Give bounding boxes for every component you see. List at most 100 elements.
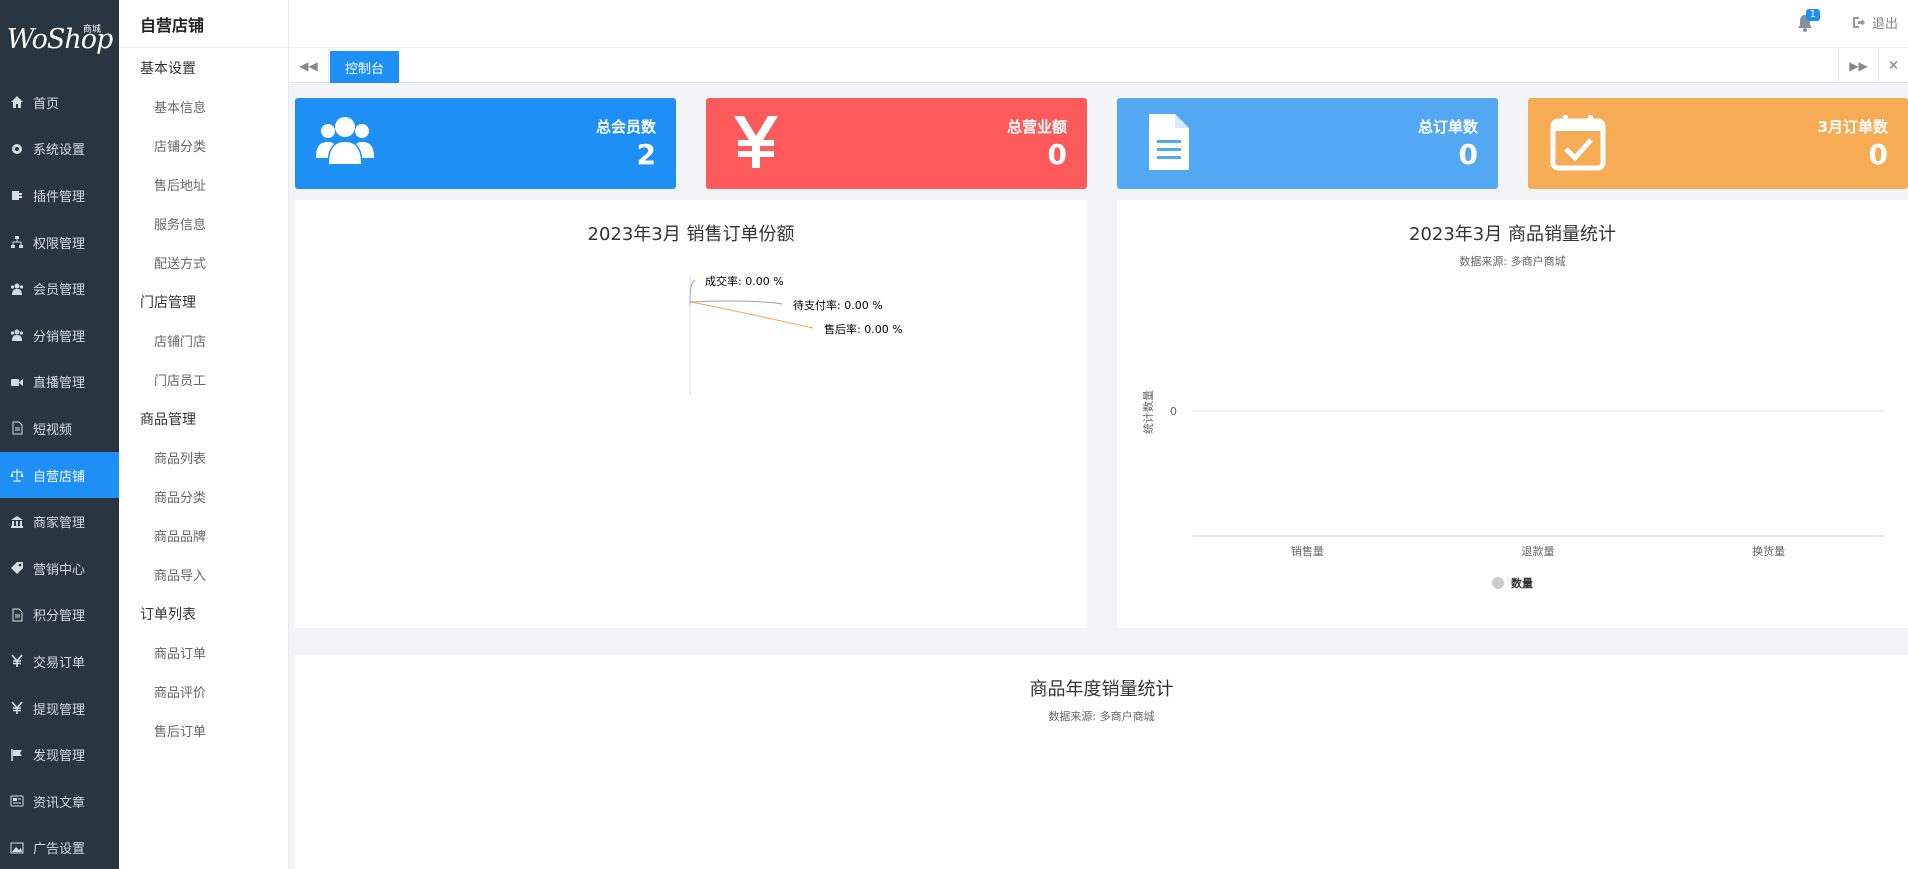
x-tick-label: 销售量 — [1291, 544, 1324, 558]
top-bar: 1 退出 — [289, 0, 1908, 48]
stat-card-value: 0 — [1868, 138, 1888, 171]
nav-item-label: 积分管理 — [33, 609, 86, 625]
stat-card-value: 0 — [1458, 138, 1478, 171]
product-sales-panel: 2023年3月 商品销量统计 数据来源: 多商户商城 统计数量 0 销售量 退款量… — [1117, 200, 1908, 628]
sales-share-chart: 成交率: 0.00 % 待支付率: 0.00 % 售后率: 0.00 % — [689, 274, 903, 395]
notification-badge: 1 — [1805, 9, 1820, 21]
pie-leader-line — [689, 300, 783, 305]
nav-item-9[interactable]: 自营店铺 — [0, 451, 119, 499]
nav-item-14[interactable]: 提现管理 — [0, 685, 119, 732]
nav-item-label: 系统设置 — [33, 143, 86, 159]
legend-label[interactable]: 数量 — [1511, 576, 1533, 590]
nav-item-label: 插件管理 — [33, 189, 86, 205]
logout-button[interactable]: 退出 — [1852, 13, 1898, 32]
nav-item-label: 首页 — [33, 96, 60, 112]
logout-icon — [1852, 17, 1865, 28]
submenu-link[interactable]: 商品列表 — [119, 438, 288, 477]
nav-item-8[interactable]: 短视频 — [0, 405, 119, 452]
nav-item-label: 广告设置 — [33, 842, 86, 858]
yen-icon — [10, 654, 24, 668]
nav-item-label: 提现管理 — [33, 702, 86, 718]
flag-icon — [10, 748, 24, 762]
stat-card-members[interactable]: 总会员数 2 — [295, 98, 676, 189]
nav-item-12[interactable]: 积分管理 — [0, 592, 119, 639]
submenu-group-heading: 基本设置 — [140, 60, 196, 77]
news-icon — [10, 794, 24, 808]
nav-item-11[interactable]: 营销中心 — [0, 545, 119, 592]
stat-card-label: 总会员数 — [595, 118, 656, 136]
nav-item-10[interactable]: 商家管理 — [0, 498, 119, 545]
image-icon — [10, 841, 24, 855]
nav-item-label: 会员管理 — [33, 283, 86, 299]
sub-nav-list: 基本设置 基本信息 店铺分类 售后地址 服务信息 配送方式 门店管理 店铺门店 门店员工 商品管理… — [119, 48, 288, 750]
file-icon — [10, 608, 24, 622]
nav-item-label: 商家管理 — [33, 516, 86, 532]
nav-item-16[interactable]: 资讯文章 — [0, 778, 119, 825]
submenu-link[interactable]: 服务信息 — [119, 204, 288, 243]
nav-item-1[interactable]: 首页 — [0, 79, 119, 126]
tab-dashboard[interactable]: 控制台 — [330, 51, 400, 83]
submenu-link[interactable]: 基本信息 — [119, 87, 288, 126]
submenu-link[interactable]: 商品品牌 — [119, 516, 288, 555]
logo[interactable]: WoShop 商城 — [0, 0, 119, 79]
nav-item-6[interactable]: 分销管理 — [0, 312, 119, 359]
nav-item-label: 资讯文章 — [33, 795, 86, 811]
nav-item-label: 直播管理 — [33, 376, 86, 392]
nav-item-13[interactable]: 交易订单 — [0, 638, 119, 685]
nav-item-15[interactable]: 发现管理 — [0, 731, 119, 778]
submenu-group-heading: 门店管理 — [140, 294, 196, 311]
users-icon — [316, 117, 374, 164]
stat-card-value: 2 — [636, 138, 656, 171]
submenu-link[interactable]: 店铺门店 — [119, 321, 288, 360]
submenu-link[interactable]: 商品评价 — [119, 672, 288, 711]
main-nav-list: 首页系统设置插件管理权限管理会员管理分销管理直播管理短视频自营店铺商家管理营销中… — [0, 79, 119, 869]
submenu-link[interactable]: 门店员工 — [119, 360, 288, 399]
submenu-link[interactable]: 商品导入 — [119, 555, 288, 594]
nav-item-2[interactable]: 系统设置 — [0, 126, 119, 173]
legend-marker[interactable] — [1492, 577, 1504, 589]
submenu-link[interactable]: 售后地址 — [119, 165, 288, 204]
sales-share-panel: 2023年3月 销售订单份额 成交率: 0.00 % 待支付率: 0.00 % … — [295, 200, 1087, 628]
nav-item-5[interactable]: 会员管理 — [0, 265, 119, 312]
home-icon — [10, 95, 24, 109]
nav-item-label: 营销中心 — [33, 562, 86, 578]
nav-item-17[interactable]: 广告设置 — [0, 825, 119, 869]
app-root: WoShop 商城 首页 系统设置 插件管理 权限管理 会员管理 分销管理 直播管理 短视频自… — [0, 0, 1908, 869]
tab-bar: ◀◀ 控制台 ▶▶ ✕ — [289, 48, 1908, 83]
pie-data-label: 成交率: 0.00 % — [705, 274, 784, 288]
sub-sidebar-title: 自营店铺 — [119, 0, 288, 48]
tab-scroll-left-button[interactable]: ◀◀ — [289, 48, 329, 83]
nav-item-label: 分销管理 — [33, 329, 86, 345]
tab-close-button[interactable]: ✕ — [1878, 48, 1908, 83]
y-tick-label: 0 — [1170, 405, 1177, 418]
stat-card-monthly-orders[interactable]: 3月订单数 0 — [1528, 98, 1908, 189]
stat-card-orders[interactable]: 总订单数 0 — [1117, 98, 1498, 189]
nav-item-label: 自营店铺 — [33, 469, 86, 485]
yen-icon — [734, 116, 778, 168]
tab-scroll-right-button[interactable]: ▶▶ — [1838, 48, 1878, 83]
pie-leader-line — [689, 279, 696, 306]
document-icon — [1149, 114, 1189, 170]
x-tick-label: 换货量 — [1752, 544, 1785, 558]
pie-data-label: 待支付率: 0.00 % — [793, 298, 883, 312]
nav-item-7[interactable]: 直播管理 — [0, 359, 119, 406]
main-sidebar: WoShop 商城 首页系统设置插件管理权限管理会员管理分销管理直播管理短视频自… — [0, 0, 119, 869]
stat-card-revenue[interactable]: 总营业额 0 — [706, 98, 1087, 189]
nav-item-4[interactable]: 权限管理 — [0, 219, 119, 266]
nav-item-label: 交易订单 — [33, 655, 86, 671]
annual-sales-title: 商品年度销量统计 — [1029, 679, 1174, 700]
stat-card-label: 3月订单数 — [1817, 118, 1888, 136]
stat-card-value: 0 — [1047, 138, 1067, 171]
users-icon — [10, 328, 24, 342]
nav-item-3[interactable]: 插件管理 — [0, 172, 119, 219]
submenu-link[interactable]: 商品分类 — [119, 477, 288, 516]
submenu-link[interactable]: 店铺分类 — [119, 126, 288, 165]
x-tick-label: 退款量 — [1522, 544, 1555, 558]
stat-card-label: 总营业额 — [1006, 118, 1067, 136]
submenu-link[interactable]: 商品订单 — [119, 633, 288, 672]
logout-label: 退出 — [1871, 17, 1898, 32]
submenu-link[interactable]: 配送方式 — [119, 243, 288, 282]
y-axis-label: 统计数量 — [1142, 390, 1155, 434]
nav-item-label: 短视频 — [33, 422, 73, 438]
submenu-link[interactable]: 售后订单 — [119, 711, 288, 750]
